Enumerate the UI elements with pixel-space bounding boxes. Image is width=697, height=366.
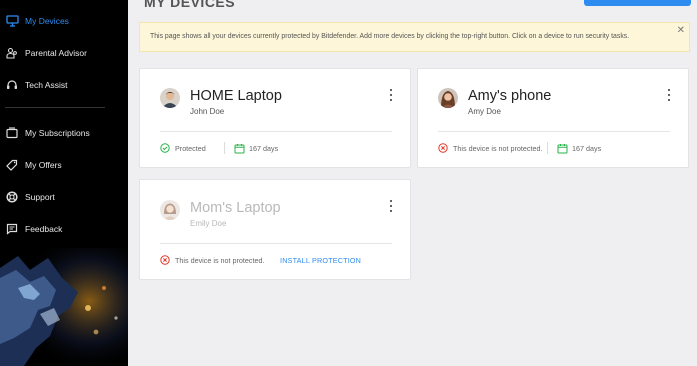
days-text: 167 days <box>249 144 279 153</box>
notice-text: This page shows all your devices current… <box>150 33 630 40</box>
error-circle-icon <box>438 143 448 153</box>
wolf-artwork-icon <box>0 248 128 366</box>
status-text: Protected <box>175 143 206 153</box>
sidebar-item-tech-assist[interactable]: Tech Assist <box>0 73 128 97</box>
tag-icon <box>5 158 19 172</box>
sidebar: My Devices Parental Advisor Tech Assist … <box>0 0 128 366</box>
sidebar-item-label: Parental Advisor <box>25 48 87 58</box>
error-circle-icon <box>160 255 170 265</box>
calendar-icon <box>557 144 568 154</box>
page-title: MY DEVICES <box>144 0 236 10</box>
device-owner: Amy Doe <box>468 107 501 116</box>
protection-status: Protected <box>160 143 206 153</box>
headset-icon <box>5 78 19 92</box>
days-text: 167 days <box>572 144 602 153</box>
chat-icon <box>5 222 19 236</box>
sidebar-item-my-subscriptions[interactable]: My Subscriptions <box>0 121 128 145</box>
protection-status: This device is not protected. <box>160 255 265 265</box>
lifebuoy-icon <box>5 190 19 204</box>
status-text: This device is not protected. <box>453 143 543 153</box>
sidebar-item-parental-advisor[interactable]: Parental Advisor <box>0 41 128 65</box>
device-card[interactable]: Mom's Laptop Emily Doe This device is no… <box>139 179 411 280</box>
sidebar-item-label: Tech Assist <box>25 80 68 90</box>
monitor-icon <box>5 14 19 28</box>
subscription-days: 167 days <box>234 143 278 154</box>
device-card[interactable]: Amy's phone Amy Doe This device is not p… <box>417 68 689 168</box>
add-device-button[interactable] <box>584 0 691 6</box>
protection-status: This device is not protected. <box>438 143 543 153</box>
card-divider <box>438 131 670 132</box>
sidebar-item-label: My Devices <box>25 16 69 26</box>
sidebar-item-label: My Subscriptions <box>25 128 90 138</box>
device-owner: John Doe <box>190 107 225 116</box>
sidebar-item-feedback[interactable]: Feedback <box>0 217 128 241</box>
status-text: This device is not protected. <box>175 255 265 265</box>
main-content: MY DEVICES This page shows all your devi… <box>128 0 697 366</box>
device-card[interactable]: HOME Laptop John Doe Protected 167 days <box>139 68 411 168</box>
more-options-icon[interactable] <box>388 89 394 101</box>
avatar <box>160 200 180 220</box>
info-notice: This page shows all your devices current… <box>139 22 690 52</box>
device-name: HOME Laptop <box>190 88 282 104</box>
sidebar-item-my-offers[interactable]: My Offers <box>0 153 128 177</box>
device-owner: Emily Doe <box>190 219 227 228</box>
subscription-days: 167 days <box>557 143 601 154</box>
sidebar-item-label: My Offers <box>25 160 62 170</box>
card-divider <box>160 131 392 132</box>
sidebar-item-my-devices[interactable]: My Devices <box>0 9 128 33</box>
sidebar-item-label: Feedback <box>25 224 63 234</box>
install-protection-button[interactable]: INSTALL PROTECTION <box>280 256 361 265</box>
check-circle-icon <box>160 143 170 153</box>
sidebar-divider <box>5 107 105 108</box>
device-name: Mom's Laptop <box>190 200 281 216</box>
calendar-icon <box>234 144 245 154</box>
parental-icon <box>5 46 19 60</box>
subscriptions-icon <box>5 126 19 140</box>
avatar <box>438 88 458 108</box>
status-separator <box>547 142 548 154</box>
device-name: Amy's phone <box>468 88 552 104</box>
status-separator <box>224 142 225 154</box>
avatar <box>160 88 180 108</box>
close-icon[interactable]: ✕ <box>677 25 685 36</box>
card-divider <box>160 243 392 244</box>
sidebar-item-support[interactable]: Support <box>0 185 128 209</box>
sidebar-item-label: Support <box>25 192 55 202</box>
more-options-icon[interactable] <box>666 89 672 101</box>
more-options-icon[interactable] <box>388 200 394 212</box>
